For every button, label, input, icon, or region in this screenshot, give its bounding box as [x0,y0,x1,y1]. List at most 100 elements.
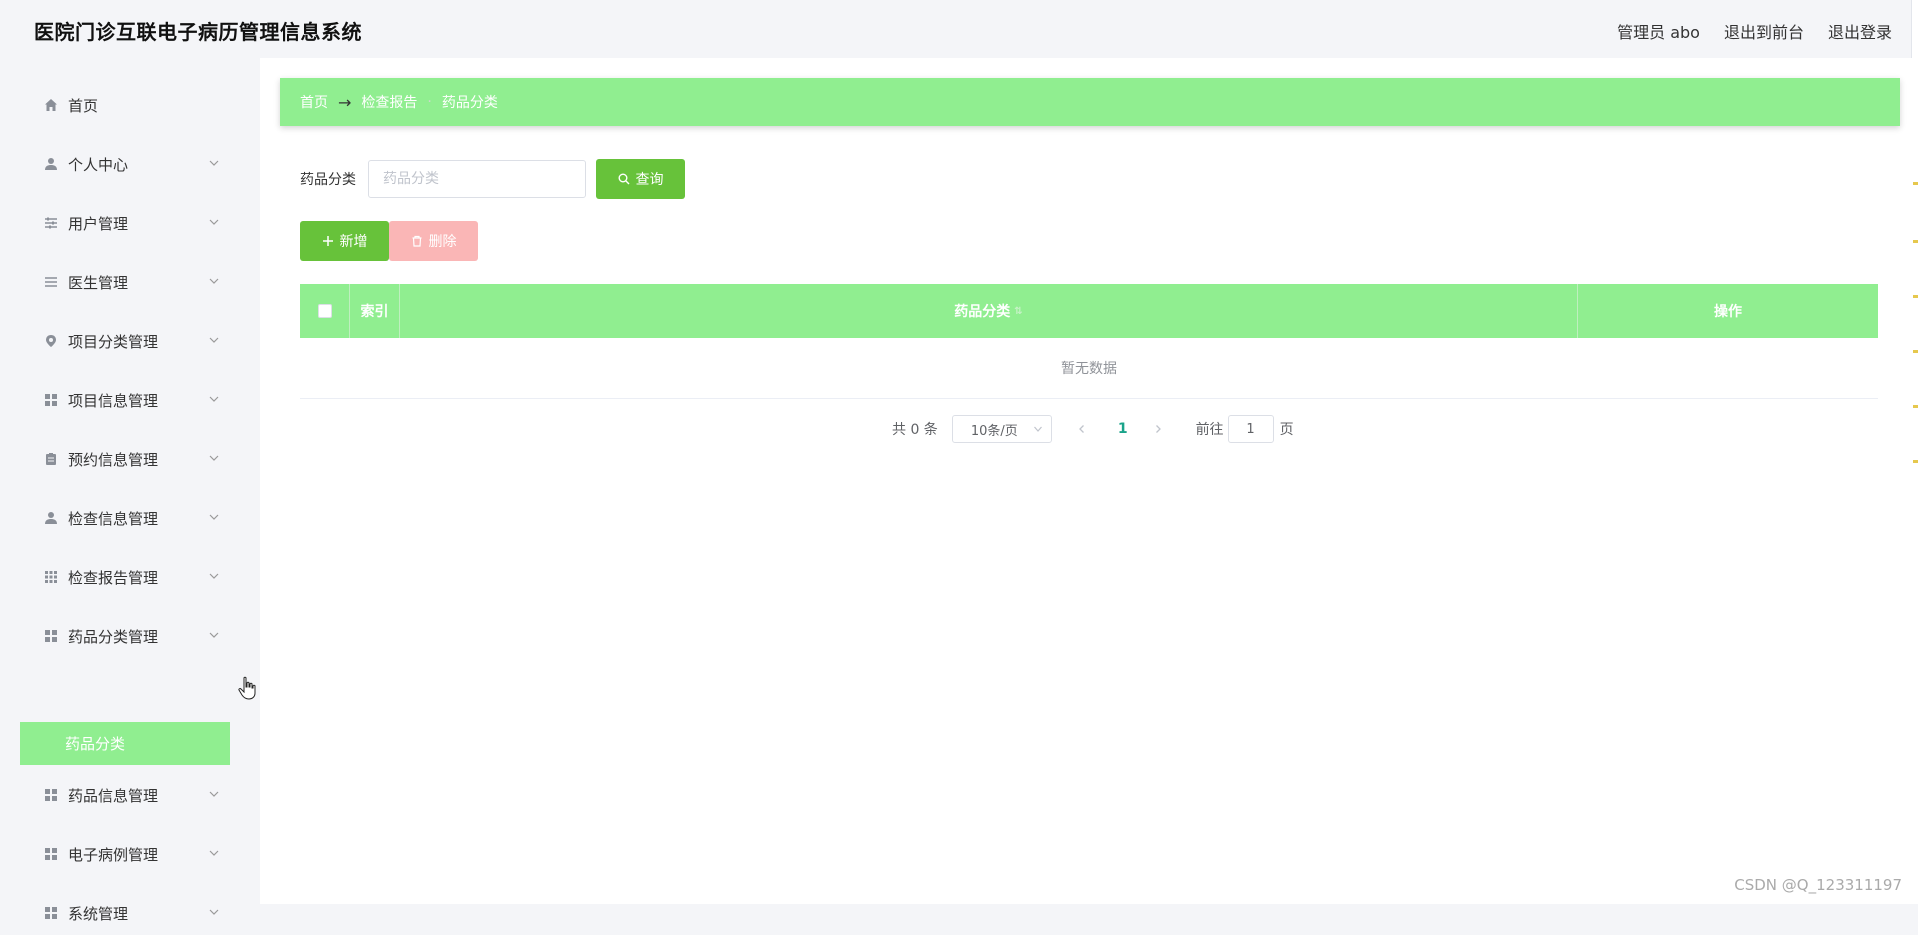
trash-icon [412,235,421,247]
chevron-down-icon [1033,426,1042,432]
sidebar-item-exam-report[interactable]: 检查报告管理 [20,555,230,599]
search-row: 药品分类 查询 [300,159,685,199]
sidebar: 首页 个人中心 用户管理 医生管理 项目分类管理 项目信息管理 预约信息管理 检… [0,58,260,923]
grid-icon [44,629,58,643]
select-all-cell [300,284,350,338]
chevron-down-icon [209,573,219,579]
drug-category-search-input[interactable] [368,160,586,198]
query-button-label: 查询 [635,172,664,188]
chevron-down-icon [209,160,219,166]
sidebar-item-doctors[interactable]: 医生管理 [20,260,230,304]
sidebar-item-project-info[interactable]: 项目信息管理 [20,378,230,422]
breadcrumb-exam-report[interactable]: 检查报告 [361,92,417,112]
sidebar-subitem-drug-category[interactable]: 药品分类 [20,722,230,765]
home-icon [44,98,58,112]
edge-marker [1913,182,1918,185]
empty-table-message: 暂无数据 [300,338,1878,399]
select-all-checkbox[interactable] [317,304,332,318]
add-button-label: 新增 [339,234,368,250]
sidebar-item-drug-category[interactable]: 药品分类管理 [20,614,230,658]
column-header-label: 药品分类 [954,304,1011,320]
breadcrumb-drug-category: 药品分类 [441,95,498,111]
edge-marker [1913,350,1918,353]
edge-marker [1913,295,1918,298]
grid-icon [44,906,58,920]
chevron-down-icon [209,278,219,284]
breadcrumb: 首页 → 检查报告 · 药品分类 [280,78,1900,126]
drug-category-table: 索引 药品分类 ⇅ 操作 暂无数据 [300,284,1878,399]
next-page-button[interactable] [1150,421,1166,437]
sidebar-item-label: 医生管理 [68,273,129,292]
sidebar-item-project-category[interactable]: 项目分类管理 [20,319,230,363]
sidebar-item-label: 个人中心 [68,155,129,174]
location-icon [44,334,58,348]
chevron-down-icon [209,909,219,915]
sidebar-item-label: 项目分类管理 [68,332,159,351]
pagination-total: 共 0 条 [892,422,938,438]
sidebar-item-label: 系统管理 [68,904,129,923]
sidebar-item-system[interactable]: 系统管理 [20,891,230,935]
column-header-drug-category[interactable]: 药品分类 ⇅ [400,284,1578,338]
header-links: 管理员 abo 退出到前台 退出登录 [1617,19,1892,43]
goto-suffix: 页 [1279,422,1294,438]
sidebar-item-label: 检查报告管理 [68,568,159,587]
sidebar-item-home[interactable]: 首页 [20,83,230,127]
search-icon [618,173,629,185]
action-buttons: 新增 删除 [300,221,478,261]
sidebar-item-label: 项目信息管理 [68,391,159,410]
top-header: 医院门诊互联电子病历管理信息系统 管理员 abo 退出到前台 退出登录 [0,0,1912,58]
delete-button[interactable]: 删除 [389,221,478,261]
sidebar-item-personal[interactable]: 个人中心 [20,142,230,186]
clipboard-icon [44,452,58,466]
chevron-down-icon [209,455,219,461]
search-label: 药品分类 [300,172,356,188]
delete-button-label: 删除 [428,234,457,250]
grid-icon [44,393,58,407]
app-title: 医院门诊互联电子病历管理信息系统 [34,20,362,44]
main-content: 首页 → 检查报告 · 药品分类 药品分类 查询 新增 删除 [260,58,1912,904]
admin-user-label[interactable]: 管理员 abo [1617,19,1700,43]
logout-link[interactable]: 退出登录 [1828,19,1892,43]
breadcrumb-separator-icon: · [427,94,432,110]
grid-icon [44,847,58,861]
page-number-current[interactable]: 1 [1118,421,1128,437]
breadcrumb-home[interactable]: 首页 [300,92,328,112]
exit-to-front-link[interactable]: 退出到前台 [1724,19,1804,43]
sliders-icon [44,216,58,230]
page-size-value: 10条/页 [970,423,1018,439]
add-button[interactable]: 新增 [300,221,389,261]
sidebar-item-exam-info[interactable]: 检查信息管理 [20,496,230,540]
sidebar-item-drug-info[interactable]: 药品信息管理 [20,773,230,817]
chevron-down-icon [209,514,219,520]
goto-page-input[interactable] [1227,415,1274,443]
prev-page-button[interactable] [1074,421,1090,437]
sidebar-item-label: 检查信息管理 [68,509,159,528]
chevron-right-icon [1155,425,1161,433]
grid-icon [44,788,58,802]
goto-label: 前往 [1195,422,1224,438]
edge-marker [1913,405,1918,408]
page-size-select[interactable]: 10条/页 [951,415,1052,443]
chevron-left-icon [1078,425,1084,433]
sidebar-item-users[interactable]: 用户管理 [20,201,230,245]
column-header-index: 索引 [350,284,400,338]
hand-cursor-icon [238,676,256,700]
chevron-down-icon [209,850,219,856]
sidebar-item-emr[interactable]: 电子病例管理 [20,832,230,876]
sidebar-item-label: 用户管理 [68,214,129,233]
chevron-down-icon [209,396,219,402]
sidebar-item-appointments[interactable]: 预约信息管理 [20,437,230,481]
right-edge-scrollbar[interactable] [1911,0,1918,904]
query-button[interactable]: 查询 [596,159,685,199]
sidebar-item-label: 药品信息管理 [68,786,159,805]
edge-marker [1913,460,1918,463]
chevron-up-icon [209,632,219,638]
sidebar-item-label: 首页 [68,96,99,115]
pagination: 共 0 条 10条/页 1 前往 页 [892,415,1294,443]
sort-icon[interactable]: ⇅ [1014,306,1022,317]
user-icon [44,511,58,525]
chevron-down-icon [209,337,219,343]
plus-icon [322,236,333,246]
sidebar-item-label: 电子病例管理 [68,845,159,864]
sidebar-item-label: 预约信息管理 [68,450,159,469]
